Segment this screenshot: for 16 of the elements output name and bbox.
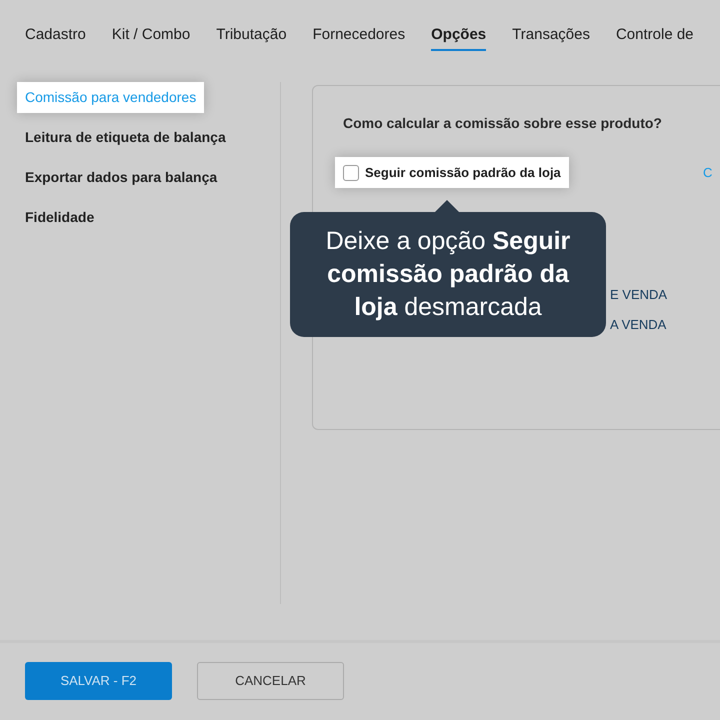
tab[interactable]: Controle de	[616, 24, 694, 51]
tab[interactable]: Kit / Combo	[112, 24, 190, 51]
tab[interactable]: Cadastro	[25, 24, 86, 51]
tab[interactable]: Transações	[512, 24, 590, 51]
option-text: A VENDA	[610, 316, 666, 334]
cancel-button[interactable]: CANCELAR	[197, 662, 344, 700]
sidebar-item[interactable]: Exportar dados para balança	[17, 162, 226, 193]
tooltip: Deixe a opção Seguir comissão padrão da loja desmarcada	[290, 200, 606, 337]
tab[interactable]: Opções	[431, 24, 486, 51]
sidebar-item[interactable]: Fidelidade	[17, 202, 102, 233]
tab[interactable]: Fornecedores	[312, 24, 406, 51]
follow-default-checkbox[interactable]: Seguir comissão padrão da loja	[335, 157, 569, 188]
option-text: E VENDA	[610, 286, 668, 304]
question-text: Como calcular a comissão sobre esse produto?	[343, 114, 662, 133]
sidebar-item[interactable]: Leitura de etiqueta de balança	[17, 122, 234, 153]
tab[interactable]: Tributação	[216, 24, 287, 51]
